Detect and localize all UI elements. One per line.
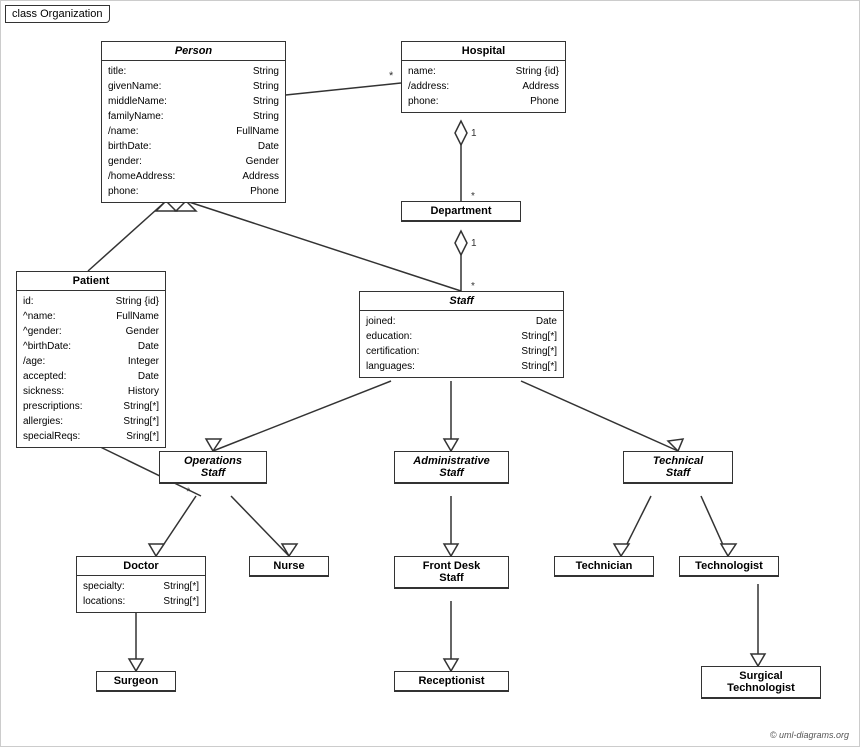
class-person-title: Person	[102, 42, 285, 61]
class-technologist: Technologist	[679, 556, 779, 577]
class-technical-staff-title: TechnicalStaff	[624, 452, 732, 483]
class-doctor-attrs: specialty:String[*] locations:String[*]	[77, 576, 205, 612]
class-patient: Patient id:String {id} ^name:FullName ^g…	[16, 271, 166, 448]
class-technologist-title: Technologist	[680, 557, 778, 576]
class-staff-title: Staff	[360, 292, 563, 311]
class-staff: Staff joined:Date education:String[*] ce…	[359, 291, 564, 378]
class-receptionist: Receptionist	[394, 671, 509, 692]
class-surgeon: Surgeon	[96, 671, 176, 692]
diagram-container: class Organization * * 1 * 1 * * *	[0, 0, 860, 747]
class-hospital: Hospital name:String {id} /address:Addre…	[401, 41, 566, 113]
svg-text:*: *	[389, 70, 394, 82]
class-patient-attrs: id:String {id} ^name:FullName ^gender:Ge…	[17, 291, 165, 447]
class-receptionist-title: Receptionist	[395, 672, 508, 691]
class-patient-title: Patient	[17, 272, 165, 291]
svg-text:1: 1	[471, 128, 477, 139]
class-technical-staff: TechnicalStaff	[623, 451, 733, 484]
class-staff-attrs: joined:Date education:String[*] certific…	[360, 311, 563, 377]
class-department: Department	[401, 201, 521, 222]
class-front-desk-staff: Front DeskStaff	[394, 556, 509, 589]
class-doctor-title: Doctor	[77, 557, 205, 576]
copyright: © uml-diagrams.org	[770, 730, 849, 740]
svg-text:*: *	[186, 486, 191, 498]
class-surgeon-title: Surgeon	[97, 672, 175, 691]
class-nurse: Nurse	[249, 556, 329, 577]
class-hospital-attrs: name:String {id} /address:Address phone:…	[402, 61, 565, 112]
class-person-attrs: title:String givenName:String middleName…	[102, 61, 285, 202]
class-surgical-technologist: SurgicalTechnologist	[701, 666, 821, 699]
class-front-desk-staff-title: Front DeskStaff	[395, 557, 508, 588]
class-person: Person title:String givenName:String mid…	[101, 41, 286, 203]
class-department-title: Department	[402, 202, 520, 221]
svg-text:1: 1	[471, 238, 477, 249]
class-doctor: Doctor specialty:String[*] locations:Str…	[76, 556, 206, 613]
diagram-title: class Organization	[5, 5, 110, 23]
class-surgical-technologist-title: SurgicalTechnologist	[702, 667, 820, 698]
class-administrative-staff-title: AdministrativeStaff	[395, 452, 508, 483]
class-nurse-title: Nurse	[250, 557, 328, 576]
class-technician: Technician	[554, 556, 654, 577]
class-administrative-staff: AdministrativeStaff	[394, 451, 509, 484]
class-operations-staff: OperationsStaff	[159, 451, 267, 484]
class-operations-staff-title: OperationsStaff	[160, 452, 266, 483]
class-technician-title: Technician	[555, 557, 653, 576]
class-hospital-title: Hospital	[402, 42, 565, 61]
